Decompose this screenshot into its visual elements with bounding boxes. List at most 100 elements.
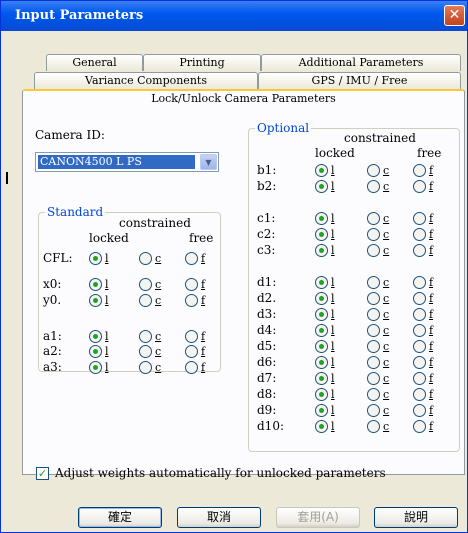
optional-d8-free-radio[interactable] [413, 388, 426, 401]
optional-b2-free-letter: f [429, 180, 434, 193]
optional-d10-free-radio[interactable] [413, 420, 426, 433]
optional-d9-locked-radio[interactable] [315, 404, 328, 417]
standard-a2-locked-radio[interactable] [89, 345, 102, 358]
optional-d5-constrained-radio[interactable] [367, 340, 380, 353]
adjust-weights-checkbox[interactable]: ✓ [36, 467, 49, 480]
adjust-weights-label: Adjust weights automatically for unlocke… [55, 466, 386, 480]
standard-x0-locked-letter: l [105, 278, 109, 291]
optional-c2-free-radio[interactable] [413, 228, 426, 241]
title-bar[interactable]: Input Parameters ✕ [1, 1, 467, 31]
optional-d4-free-radio[interactable] [413, 324, 426, 337]
optional-d1-constrained-radio[interactable] [367, 276, 380, 289]
optional-param-d5-label: d5: [257, 339, 277, 353]
optional-d4-locked-radio[interactable] [315, 324, 328, 337]
optional-c3-locked-radio[interactable] [315, 244, 328, 257]
optional-d5-locked-radio[interactable] [315, 340, 328, 353]
standard-cfl-locked-radio[interactable] [89, 252, 102, 265]
optional-b1-constrained-letter: c [383, 164, 390, 177]
optional-b1-locked-radio[interactable] [315, 164, 328, 177]
standard-x0-free-radio[interactable] [185, 278, 198, 291]
optional-d7-locked-radio[interactable] [315, 372, 328, 385]
standard-cfl-constrained-radio[interactable] [139, 252, 152, 265]
tab-gps-imu-free[interactable]: GPS / IMU / Free [258, 72, 461, 89]
tab-additional-parameters[interactable]: Additional Parameters [261, 54, 461, 71]
tab-variance-components[interactable]: Variance Components [34, 72, 258, 89]
camera-id-select[interactable]: CANON4500 L PS ▼ [35, 152, 219, 172]
standard-cfl-locked-letter: l [105, 252, 109, 265]
optional-d4-constrained-letter: c [383, 324, 390, 337]
apply-button[interactable]: 套用(A) [276, 507, 360, 528]
optional-param-c3-label: c3: [257, 243, 276, 257]
close-icon[interactable]: ✕ [444, 5, 465, 26]
optional-d6-free-radio[interactable] [413, 356, 426, 369]
optional-d2-free-radio[interactable] [413, 292, 426, 305]
optional-c2-locked-radio[interactable] [315, 228, 328, 241]
standard-y0-locked-letter: l [105, 294, 109, 307]
optional-param-d3-label: d3: [257, 307, 277, 321]
standard-x0-constrained-radio[interactable] [139, 278, 152, 291]
standard-a3-locked-radio[interactable] [89, 361, 102, 374]
optional-c2-constrained-radio[interactable] [367, 228, 380, 241]
optional-d3-constrained-radio[interactable] [367, 308, 380, 321]
standard-cfl-free-radio[interactable] [185, 252, 198, 265]
optional-d1-locked-radio[interactable] [315, 276, 328, 289]
standard-a1-free-radio[interactable] [185, 330, 198, 343]
cancel-button[interactable]: 取消 [177, 507, 261, 528]
optional-d1-free-radio[interactable] [413, 276, 426, 289]
optional-d1-locked-letter: l [331, 276, 335, 289]
optional-d8-locked-radio[interactable] [315, 388, 328, 401]
constrained-header: constrained [344, 131, 416, 145]
optional-c3-constrained-radio[interactable] [367, 244, 380, 257]
optional-d3-locked-radio[interactable] [315, 308, 328, 321]
optional-d7-constrained-radio[interactable] [367, 372, 380, 385]
tab-general[interactable]: General [46, 54, 143, 71]
ok-button[interactable]: 確定 [78, 507, 162, 528]
optional-d4-constrained-radio[interactable] [367, 324, 380, 337]
optional-d2-locked-radio[interactable] [315, 292, 328, 305]
chevron-down-icon[interactable]: ▼ [200, 154, 217, 170]
optional-b1-free-radio[interactable] [413, 164, 426, 177]
standard-a1-constrained-radio[interactable] [139, 330, 152, 343]
optional-d2-constrained-radio[interactable] [367, 292, 380, 305]
tab-printing[interactable]: Printing [143, 54, 261, 71]
help-button[interactable]: 說明 [374, 507, 458, 528]
standard-a3-free-radio[interactable] [185, 361, 198, 374]
optional-d10-constrained-radio[interactable] [367, 420, 380, 433]
standard-param-y0-label: y0. [43, 293, 62, 307]
optional-b1-constrained-radio[interactable] [367, 164, 380, 177]
optional-d9-constrained-radio[interactable] [367, 404, 380, 417]
optional-d3-locked-letter: l [331, 308, 335, 321]
optional-d3-free-radio[interactable] [413, 308, 426, 321]
optional-c3-locked-letter: l [331, 244, 335, 257]
standard-y0-locked-radio[interactable] [89, 294, 102, 307]
standard-y0-free-radio[interactable] [185, 294, 198, 307]
optional-d10-locked-radio[interactable] [315, 420, 328, 433]
optional-d6-constrained-radio[interactable] [367, 356, 380, 369]
optional-param-b2-label: b2: [257, 179, 277, 193]
optional-c1-constrained-radio[interactable] [367, 212, 380, 225]
standard-y0-constrained-letter: c [155, 294, 162, 307]
tab-lock-unlock-camera[interactable]: Lock/Unlock Camera Parameters [22, 89, 465, 107]
optional-d8-constrained-radio[interactable] [367, 388, 380, 401]
optional-d5-free-radio[interactable] [413, 340, 426, 353]
optional-d6-locked-radio[interactable] [315, 356, 328, 369]
optional-b2-locked-radio[interactable] [315, 180, 328, 193]
optional-d7-free-radio[interactable] [413, 372, 426, 385]
optional-c3-free-radio[interactable] [413, 244, 426, 257]
window-edge-artifact [6, 172, 8, 184]
optional-d7-free-letter: f [429, 372, 434, 385]
optional-d9-free-radio[interactable] [413, 404, 426, 417]
optional-c1-free-radio[interactable] [413, 212, 426, 225]
standard-x0-locked-radio[interactable] [89, 278, 102, 291]
standard-a2-constrained-letter: c [155, 345, 162, 358]
optional-c1-locked-radio[interactable] [315, 212, 328, 225]
standard-a2-free-radio[interactable] [185, 345, 198, 358]
optional-d3-constrained-letter: c [383, 308, 390, 321]
optional-b2-free-radio[interactable] [413, 180, 426, 193]
standard-a1-locked-radio[interactable] [89, 330, 102, 343]
standard-y0-free-letter: f [201, 294, 206, 307]
optional-b2-constrained-radio[interactable] [367, 180, 380, 193]
standard-a2-constrained-radio[interactable] [139, 345, 152, 358]
standard-y0-constrained-radio[interactable] [139, 294, 152, 307]
standard-a3-constrained-radio[interactable] [139, 361, 152, 374]
